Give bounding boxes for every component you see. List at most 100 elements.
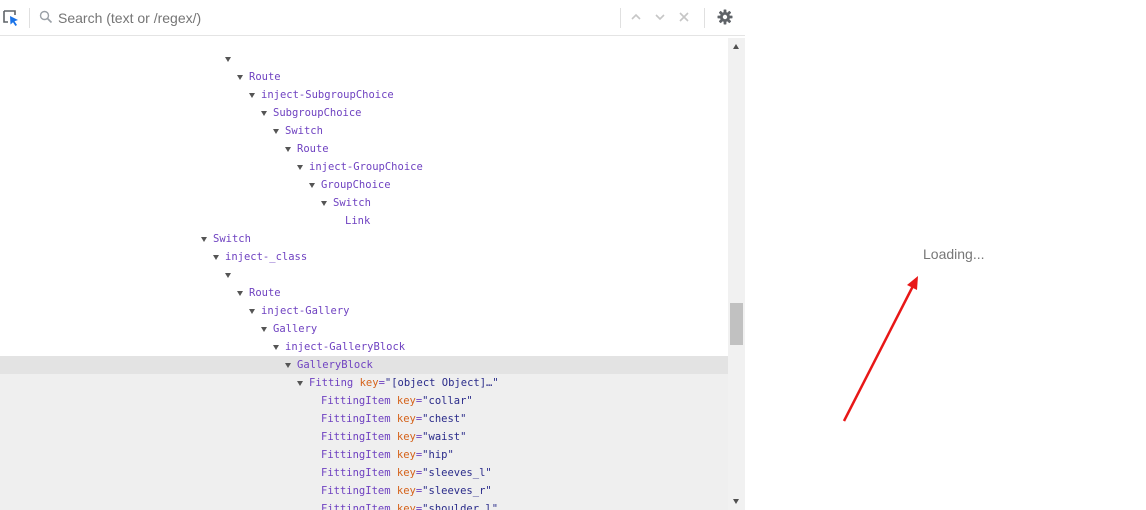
component-name: FittingItem key="collar" xyxy=(321,395,473,407)
prop-value: "sleeves_r" xyxy=(422,485,492,497)
tree-row[interactable]: SubgroupChoice xyxy=(0,104,728,122)
scroll-thumb[interactable] xyxy=(730,303,743,345)
expand-caret-icon[interactable] xyxy=(237,75,243,80)
expand-caret-icon[interactable] xyxy=(249,93,255,98)
component-label: inject-_class xyxy=(225,251,308,263)
expand-caret-icon[interactable] xyxy=(261,111,267,116)
component-name: inject-_class xyxy=(225,248,307,266)
component-name: FittingItem key="hip" xyxy=(321,449,454,461)
prop-key: key xyxy=(396,395,416,407)
prop-value: "hip" xyxy=(422,449,454,461)
component-name: Route xyxy=(249,284,281,302)
component-name: FittingItem key="sleeves_l" xyxy=(321,467,492,479)
expand-caret-icon[interactable] xyxy=(273,129,279,134)
expand-caret-icon[interactable] xyxy=(225,273,231,278)
prop-key: key xyxy=(396,449,416,461)
tree-row[interactable]: GalleryBlock xyxy=(0,356,728,374)
tree-row[interactable] xyxy=(0,266,728,284)
expand-caret-icon[interactable] xyxy=(237,291,243,296)
tree-row[interactable]: FittingItem key="collar" xyxy=(0,392,728,410)
prop-value: "chest" xyxy=(422,413,467,425)
expand-caret-icon[interactable] xyxy=(285,363,291,368)
component-name: GroupChoice xyxy=(321,176,391,194)
tree-row[interactable]: Switch xyxy=(0,194,728,212)
expand-caret-icon[interactable] xyxy=(261,327,267,332)
tree-row[interactable]: Gallery xyxy=(0,320,728,338)
component-name: Switch xyxy=(285,122,323,140)
toolbar xyxy=(0,0,745,36)
component-label: Route xyxy=(297,143,329,155)
expand-caret-icon[interactable] xyxy=(213,255,219,260)
loading-text: Loading... xyxy=(923,246,985,262)
expand-caret-icon[interactable] xyxy=(225,57,231,62)
expand-caret-icon[interactable] xyxy=(297,381,303,386)
component-label: FittingItem xyxy=(321,395,391,407)
component-name: Link xyxy=(345,212,370,230)
prop-value: "collar" xyxy=(422,395,473,407)
component-label: SubgroupChoice xyxy=(273,107,362,119)
component-name: Switch xyxy=(213,230,251,248)
close-icon[interactable] xyxy=(677,10,691,24)
expand-caret-icon[interactable] xyxy=(309,183,315,188)
expand-caret-icon[interactable] xyxy=(249,309,255,314)
tree-row[interactable]: Route xyxy=(0,284,728,302)
component-label: Gallery xyxy=(273,323,318,335)
tree-row[interactable]: inject-GroupChoice xyxy=(0,158,728,176)
tree-row[interactable]: inject-SubgroupChoice xyxy=(0,86,728,104)
tree-row[interactable]: FittingItem key="sleeves_r" xyxy=(0,482,728,500)
tree-row[interactable]: inject-GalleryBlock xyxy=(0,338,728,356)
tree-row[interactable] xyxy=(0,38,728,50)
chevron-down-icon[interactable] xyxy=(653,10,667,24)
toolbar-divider xyxy=(704,8,705,28)
expand-caret-icon[interactable] xyxy=(273,345,279,350)
prop-value: "[object Object]…" xyxy=(384,377,499,389)
tree-row[interactable]: Switch xyxy=(0,230,728,248)
component-label: FittingItem xyxy=(321,413,391,425)
tree-row[interactable]: Link xyxy=(0,212,728,230)
tree-row[interactable]: FittingItem key="shoulder_l" xyxy=(0,500,728,510)
tree-row[interactable]: GroupChoice xyxy=(0,176,728,194)
tree-row[interactable]: FittingItem key="sleeves_l" xyxy=(0,464,728,482)
component-name: FittingItem key="sleeves_r" xyxy=(321,485,492,497)
component-label: FittingItem xyxy=(321,467,391,479)
expand-caret-icon[interactable] xyxy=(201,237,207,242)
prop-key: key xyxy=(396,431,416,443)
scroll-up-arrow[interactable] xyxy=(733,44,739,49)
toolbar-divider xyxy=(620,8,621,28)
preview-panel: Loading... xyxy=(745,0,1146,510)
prop-value: "waist" xyxy=(422,431,467,443)
expand-caret-icon[interactable] xyxy=(297,165,303,170)
prop-key: key xyxy=(396,485,416,497)
tree-scrollbar[interactable] xyxy=(728,38,745,510)
component-label: inject-GroupChoice xyxy=(309,161,423,173)
component-name: SubgroupChoice xyxy=(273,104,362,122)
tree-row[interactable]: Fitting key="[object Object]…" xyxy=(0,374,728,392)
tree-row[interactable] xyxy=(0,50,728,68)
component-label: GroupChoice xyxy=(321,179,391,191)
annotation-arrow-icon xyxy=(842,276,918,422)
component-label: Link xyxy=(345,215,371,227)
component-label: inject-SubgroupChoice xyxy=(261,89,394,101)
component-label: FittingItem xyxy=(321,485,391,497)
component-label: Switch xyxy=(333,197,371,209)
gear-icon[interactable] xyxy=(717,9,733,25)
tree-row[interactable]: Switch xyxy=(0,122,728,140)
expand-caret-icon[interactable] xyxy=(285,147,291,152)
expand-caret-icon[interactable] xyxy=(321,201,327,206)
component-tree: Route inject-SubgroupChoice SubgroupChoice… xyxy=(0,38,728,510)
scroll-down-arrow[interactable] xyxy=(733,499,739,504)
component-label: GalleryBlock xyxy=(297,359,373,371)
search-input[interactable] xyxy=(58,6,608,30)
tree-row[interactable]: Route xyxy=(0,68,728,86)
tree-row[interactable]: inject-Gallery xyxy=(0,302,728,320)
chevron-up-icon[interactable] xyxy=(629,10,643,24)
tree-row[interactable]: FittingItem key="hip" xyxy=(0,446,728,464)
tree-row[interactable]: FittingItem key="chest" xyxy=(0,410,728,428)
magnifier-icon xyxy=(39,10,53,24)
tree-row[interactable]: inject-_class xyxy=(0,248,728,266)
component-label: inject-Gallery xyxy=(261,305,350,317)
tree-row[interactable]: FittingItem key="waist" xyxy=(0,428,728,446)
toolbar-divider xyxy=(29,8,30,28)
tree-row[interactable]: Route xyxy=(0,140,728,158)
select-element-icon[interactable] xyxy=(2,9,20,27)
